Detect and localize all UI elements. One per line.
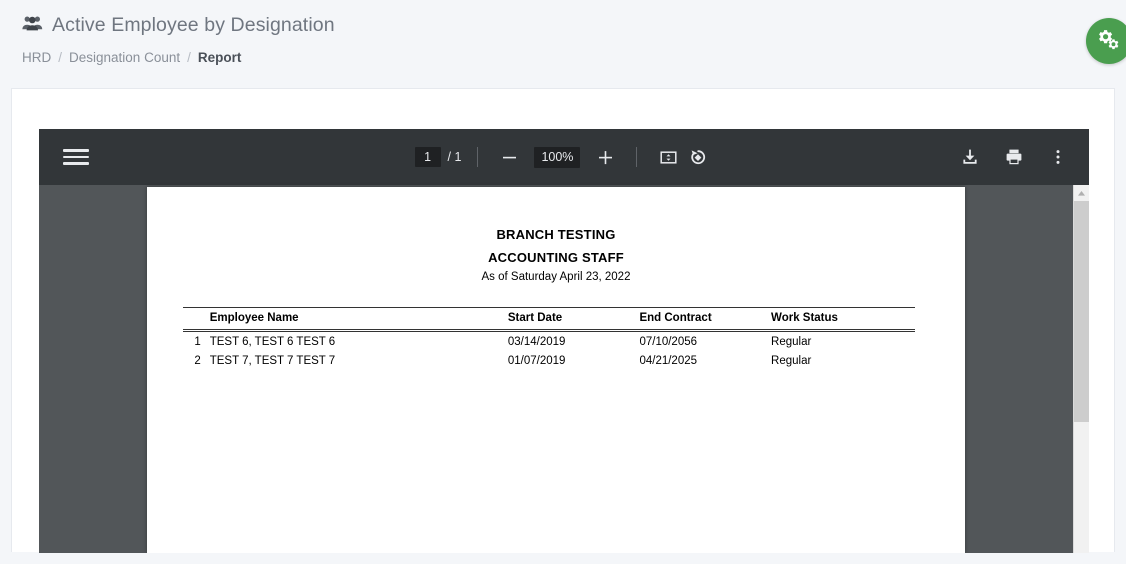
cell-end-contract: 04/21/2025 xyxy=(639,355,698,367)
document-as-of-date: As of Saturday April 23, 2022 xyxy=(481,271,631,283)
page-title-row: Active Employee by Designation xyxy=(22,12,1126,38)
cell-end-contract: 07/10/2056 xyxy=(639,336,698,348)
breadcrumb-item-report: Report xyxy=(197,50,242,65)
scroll-up-arrow-icon[interactable] xyxy=(1074,185,1089,201)
column-header-end-contract: End Contract xyxy=(639,307,772,332)
settings-fab-button[interactable] xyxy=(1086,18,1126,64)
report-card: / 1 100% xyxy=(11,88,1115,553)
page-title: Active Employee by Designation xyxy=(52,13,335,36)
print-icon[interactable] xyxy=(999,142,1029,172)
column-header-employee-name: Employee Name xyxy=(209,307,508,332)
pdf-viewer: / 1 100% xyxy=(39,129,1089,553)
column-header-work-status: Work Status xyxy=(771,307,915,332)
cell-work-status: Regular xyxy=(771,336,812,348)
toolbar-divider xyxy=(477,147,479,167)
pdf-vertical-scrollbar[interactable] xyxy=(1073,185,1089,553)
zoom-level-value[interactable]: 100% xyxy=(534,146,581,168)
zoom-out-button[interactable] xyxy=(494,142,524,172)
employee-table: Employee Name Start Date End Contract Wo… xyxy=(183,307,915,370)
column-header-index xyxy=(183,307,210,332)
page-header: Active Employee by Designation HRD / Des… xyxy=(0,0,1126,88)
breadcrumb-item-hrd[interactable]: HRD xyxy=(22,50,51,65)
table-row: 2 TEST 7, TEST 7 TEST 7 01/07/2019 04/21… xyxy=(183,351,915,370)
download-icon[interactable] xyxy=(955,142,985,172)
pdf-document-page: BRANCH TESTING ACCOUNTING STAFF As of Sa… xyxy=(147,187,965,553)
pdf-toolbar: / 1 100% xyxy=(39,129,1089,185)
breadcrumb-separator: / xyxy=(187,50,191,65)
column-header-start-date: Start Date xyxy=(507,307,640,332)
rotate-counterclockwise-icon[interactable] xyxy=(683,142,713,172)
users-group-icon xyxy=(22,15,43,36)
scrollbar-thumb[interactable] xyxy=(1074,201,1089,422)
zoom-in-button[interactable] xyxy=(590,142,620,172)
table-header: Employee Name Start Date End Contract Wo… xyxy=(183,307,915,332)
cell-start-date: 03/14/2019 xyxy=(507,336,566,348)
row-index: 2 xyxy=(194,355,201,367)
pdf-toolbar-center-controls: / 1 100% xyxy=(39,142,1089,172)
cell-work-status: Regular xyxy=(771,355,812,367)
table-header-row: Employee Name Start Date End Contract Wo… xyxy=(183,307,915,332)
row-index: 1 xyxy=(194,336,201,348)
cell-employee-name: TEST 7, TEST 7 TEST 7 xyxy=(209,355,336,367)
breadcrumb-item-designation-count[interactable]: Designation Count xyxy=(69,50,180,65)
table-row: 1 TEST 6, TEST 6 TEST 6 03/14/2019 07/10… xyxy=(183,331,915,352)
document-subtitle: ACCOUNTING STAFF xyxy=(488,250,624,265)
document-title: BRANCH TESTING xyxy=(496,227,616,242)
cell-start-date: 01/07/2019 xyxy=(507,355,566,367)
breadcrumb: HRD / Designation Count / Report xyxy=(22,50,1126,65)
pdf-document-area: BRANCH TESTING ACCOUNTING STAFF As of Sa… xyxy=(39,185,1089,553)
cell-employee-name: TEST 6, TEST 6 TEST 6 xyxy=(209,336,336,348)
table-body: 1 TEST 6, TEST 6 TEST 6 03/14/2019 07/10… xyxy=(183,331,915,371)
more-vertical-icon[interactable] xyxy=(1043,142,1073,172)
page-number-input[interactable] xyxy=(414,147,441,167)
gears-icon xyxy=(1097,27,1121,56)
toolbar-divider xyxy=(636,147,638,167)
page-total-label: / 1 xyxy=(447,150,462,164)
fit-to-page-icon[interactable] xyxy=(653,142,683,172)
breadcrumb-separator: / xyxy=(58,50,63,65)
pdf-toolbar-right-controls xyxy=(955,142,1073,172)
